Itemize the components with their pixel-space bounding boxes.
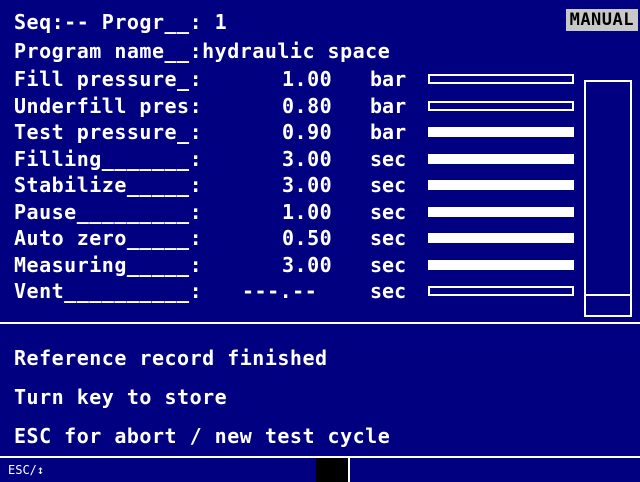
param-level-bar — [428, 207, 574, 217]
param-value: 3.00 — [282, 253, 333, 277]
param-label: Filling_______: — [14, 147, 203, 171]
status-indicator — [316, 458, 348, 482]
param-unit: sec — [370, 253, 407, 277]
param-unit: sec — [370, 279, 407, 303]
param-label: Test pressure_: — [14, 120, 203, 144]
param-level-bar — [428, 154, 574, 164]
param-level-fill — [430, 262, 572, 268]
message-line-3: ESC for abort / new test cycle — [14, 424, 391, 448]
param-level-bar — [428, 127, 574, 137]
param-unit: sec — [370, 173, 407, 197]
sequence-line: Seq:-- Progr__: 1 — [14, 10, 228, 34]
param-label: Stabilize_____: — [14, 173, 203, 197]
mode-badge: MANUAL — [565, 9, 638, 31]
param-value: 0.90 — [282, 120, 333, 144]
param-level-bar — [428, 101, 574, 111]
param-label: Underfill pres: — [14, 94, 203, 118]
param-level-fill — [430, 235, 572, 241]
param-unit: bar — [370, 120, 407, 144]
param-unit: bar — [370, 94, 407, 118]
param-label: Fill pressure_: — [14, 67, 203, 91]
param-level-bar — [428, 260, 574, 270]
param-label: Measuring_____: — [14, 253, 203, 277]
param-label: Vent__________: — [14, 279, 203, 303]
param-level-fill — [430, 156, 572, 162]
param-value: 1.00 — [282, 200, 333, 224]
param-level-fill — [430, 209, 572, 215]
status-separator — [348, 458, 350, 482]
side-gauge — [584, 80, 632, 317]
message-line-2: Turn key to store — [14, 385, 228, 409]
param-level-bar — [428, 286, 574, 296]
program-name-line: Program name__:hydraulic space — [14, 39, 391, 63]
param-value: 1.00 — [282, 67, 333, 91]
param-level-bar — [428, 74, 574, 84]
param-unit: bar — [370, 67, 407, 91]
param-level-bar — [428, 180, 574, 190]
section-divider — [0, 322, 640, 324]
param-value: 3.00 — [282, 147, 333, 171]
param-label: Pause_________: — [14, 200, 203, 224]
param-value: 3.00 — [282, 173, 333, 197]
side-gauge-divider — [586, 294, 630, 296]
test-program-screen: Seq:-- Progr__: 1 MANUAL Program name__:… — [0, 0, 640, 482]
message-line-1: Reference record finished — [14, 346, 328, 370]
param-level-fill — [430, 182, 572, 188]
status-bar: ESC/↕ — [0, 458, 640, 482]
param-unit: sec — [370, 147, 407, 171]
param-value: 0.80 — [282, 94, 333, 118]
param-level-fill — [430, 129, 572, 135]
param-value: ---.-- — [242, 279, 318, 303]
param-unit: sec — [370, 200, 407, 224]
status-hint: ESC/↕ — [8, 463, 45, 477]
param-value: 0.50 — [282, 226, 333, 250]
param-label: Auto zero_____: — [14, 226, 203, 250]
param-level-bar — [428, 233, 574, 243]
param-unit: sec — [370, 226, 407, 250]
